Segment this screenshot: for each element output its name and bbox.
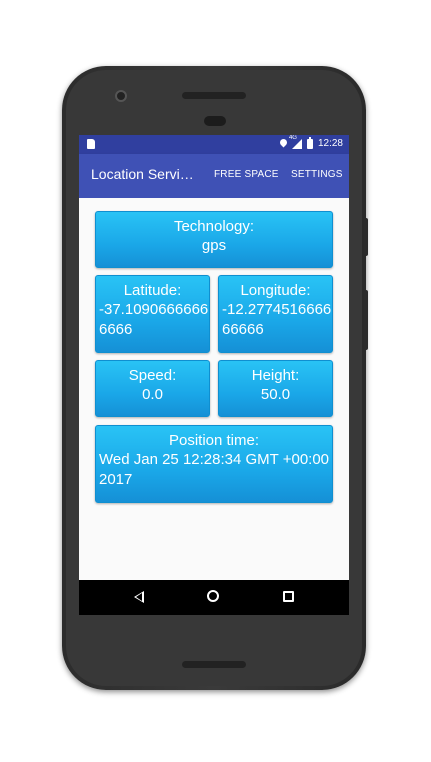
home-icon[interactable] bbox=[207, 590, 219, 602]
battery-icon bbox=[306, 136, 313, 149]
technology-label: Technology: bbox=[173, 218, 255, 235]
latitude-label: Latitude: bbox=[123, 282, 182, 299]
sd-card-icon bbox=[87, 139, 95, 149]
free-space-button[interactable]: FREE SPACE bbox=[214, 169, 279, 180]
volume-button bbox=[364, 290, 368, 350]
earpiece bbox=[204, 116, 226, 126]
position-time-value: Wed Jan 25 12:28:34 GMT +00:00 2017 bbox=[99, 451, 330, 488]
status-icons: 4G 12:28 bbox=[280, 135, 343, 149]
status-bar: 4G 12:28 bbox=[79, 135, 349, 154]
technology-value: gps bbox=[201, 237, 227, 254]
app-bar: Location Servi… FREE SPACE SETTINGS bbox=[79, 154, 349, 198]
technology-card[interactable]: Technology: gps bbox=[95, 211, 333, 268]
longitude-card[interactable]: Longitude: -12.277451666666666 bbox=[218, 275, 333, 353]
location-icon bbox=[280, 139, 287, 148]
front-camera bbox=[115, 90, 127, 102]
top-speaker bbox=[182, 92, 246, 99]
speed-value: 0.0 bbox=[142, 386, 163, 403]
content-area: Technology: gps Latitude: -37.1090666666… bbox=[79, 198, 349, 580]
height-value: 50.0 bbox=[260, 386, 291, 403]
network-type: 4G bbox=[288, 135, 297, 141]
clock: 12:28 bbox=[317, 138, 343, 149]
signal-icon: 4G bbox=[289, 135, 302, 149]
height-label: Height: bbox=[251, 367, 300, 384]
app-title: Location Servi… bbox=[91, 166, 194, 182]
navigation-bar bbox=[79, 580, 349, 615]
back-icon[interactable] bbox=[134, 591, 144, 603]
height-card[interactable]: Height: 50.0 bbox=[218, 360, 333, 417]
power-button bbox=[364, 218, 368, 256]
recents-icon[interactable] bbox=[283, 591, 294, 602]
position-time-card[interactable]: Position time: Wed Jan 25 12:28:34 GMT +… bbox=[95, 425, 333, 503]
settings-button[interactable]: SETTINGS bbox=[291, 169, 343, 180]
speed-label: Speed: bbox=[128, 367, 177, 384]
position-time-label: Position time: bbox=[168, 432, 260, 449]
bottom-speaker bbox=[182, 661, 246, 668]
longitude-label: Longitude: bbox=[240, 282, 311, 299]
latitude-value: -37.10906666666666 bbox=[99, 301, 209, 338]
speed-card[interactable]: Speed: 0.0 bbox=[95, 360, 210, 417]
screen: 4G 12:28 Location Servi… FREE SPACE SETT… bbox=[79, 135, 349, 615]
latitude-card[interactable]: Latitude: -37.10906666666666 bbox=[95, 275, 210, 353]
longitude-value: -12.277451666666666 bbox=[222, 301, 332, 338]
